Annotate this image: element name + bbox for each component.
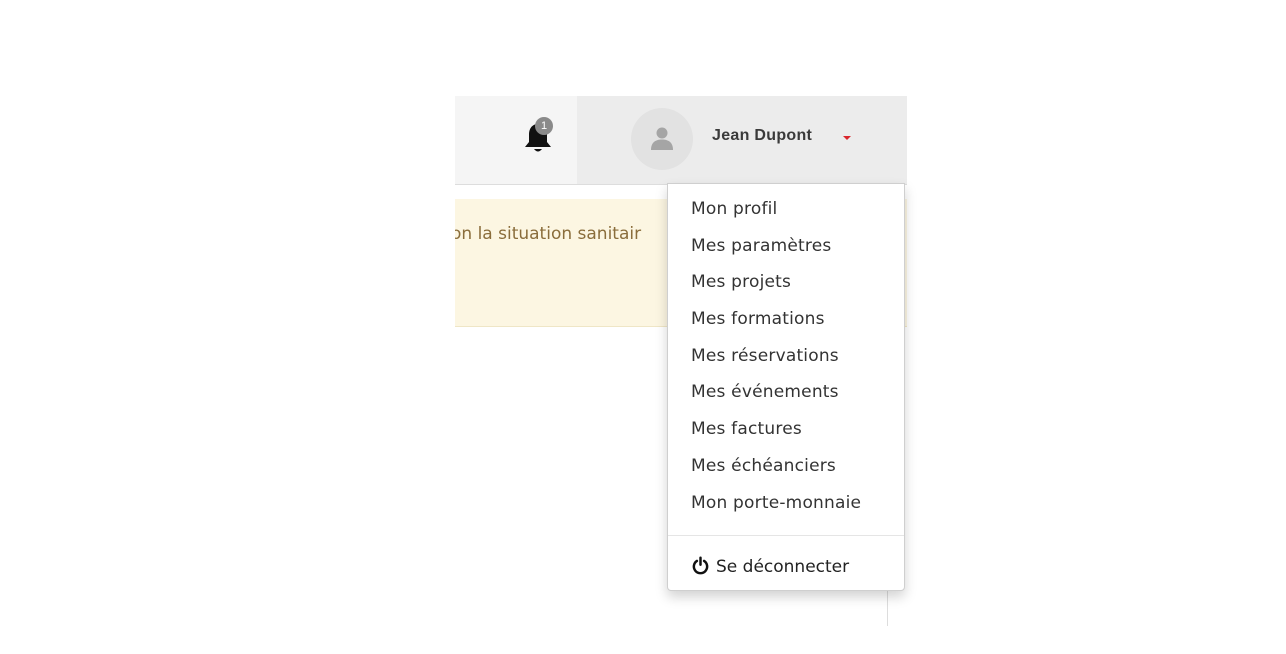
top-navbar: 1 Jean Dupont bbox=[455, 96, 907, 185]
user-avatar-icon bbox=[651, 127, 673, 150]
alert-text: on la situation sanitair bbox=[455, 224, 642, 244]
caret-down-icon bbox=[843, 136, 851, 140]
user-avatar bbox=[631, 108, 693, 170]
menu-item-mes-projets[interactable]: Mes projets bbox=[668, 264, 904, 301]
divider-line bbox=[887, 591, 888, 626]
notifications-button[interactable]: 1 bbox=[511, 96, 577, 184]
menu-item-mon-porte-monnaie[interactable]: Mon porte-monnaie bbox=[668, 485, 904, 522]
menu-item-mon-profil[interactable]: Mon profil bbox=[668, 191, 904, 228]
user-name: Jean Dupont bbox=[712, 127, 813, 144]
user-menu-toggle[interactable]: Jean Dupont bbox=[577, 96, 907, 184]
menu-item-mes-evenements[interactable]: Mes événements bbox=[668, 374, 904, 411]
logout-button[interactable]: Se déconnecter bbox=[691, 552, 849, 582]
menu-item-mes-factures[interactable]: Mes factures bbox=[668, 411, 904, 448]
menu-item-mes-parametres[interactable]: Mes paramètres bbox=[668, 228, 904, 265]
logout-label: Se déconnecter bbox=[716, 557, 850, 577]
user-menu-list: Mon profil Mes paramètres Mes projets Me… bbox=[668, 184, 904, 521]
menu-item-mes-reservations[interactable]: Mes réservations bbox=[668, 338, 904, 375]
power-icon bbox=[692, 556, 709, 575]
menu-divider bbox=[668, 535, 904, 536]
user-dropdown-menu: Mon profil Mes paramètres Mes projets Me… bbox=[667, 183, 905, 591]
notification-count-badge: 1 bbox=[535, 117, 553, 135]
menu-item-mes-formations[interactable]: Mes formations bbox=[668, 301, 904, 338]
menu-item-mes-echeanciers[interactable]: Mes échéanciers bbox=[668, 448, 904, 485]
